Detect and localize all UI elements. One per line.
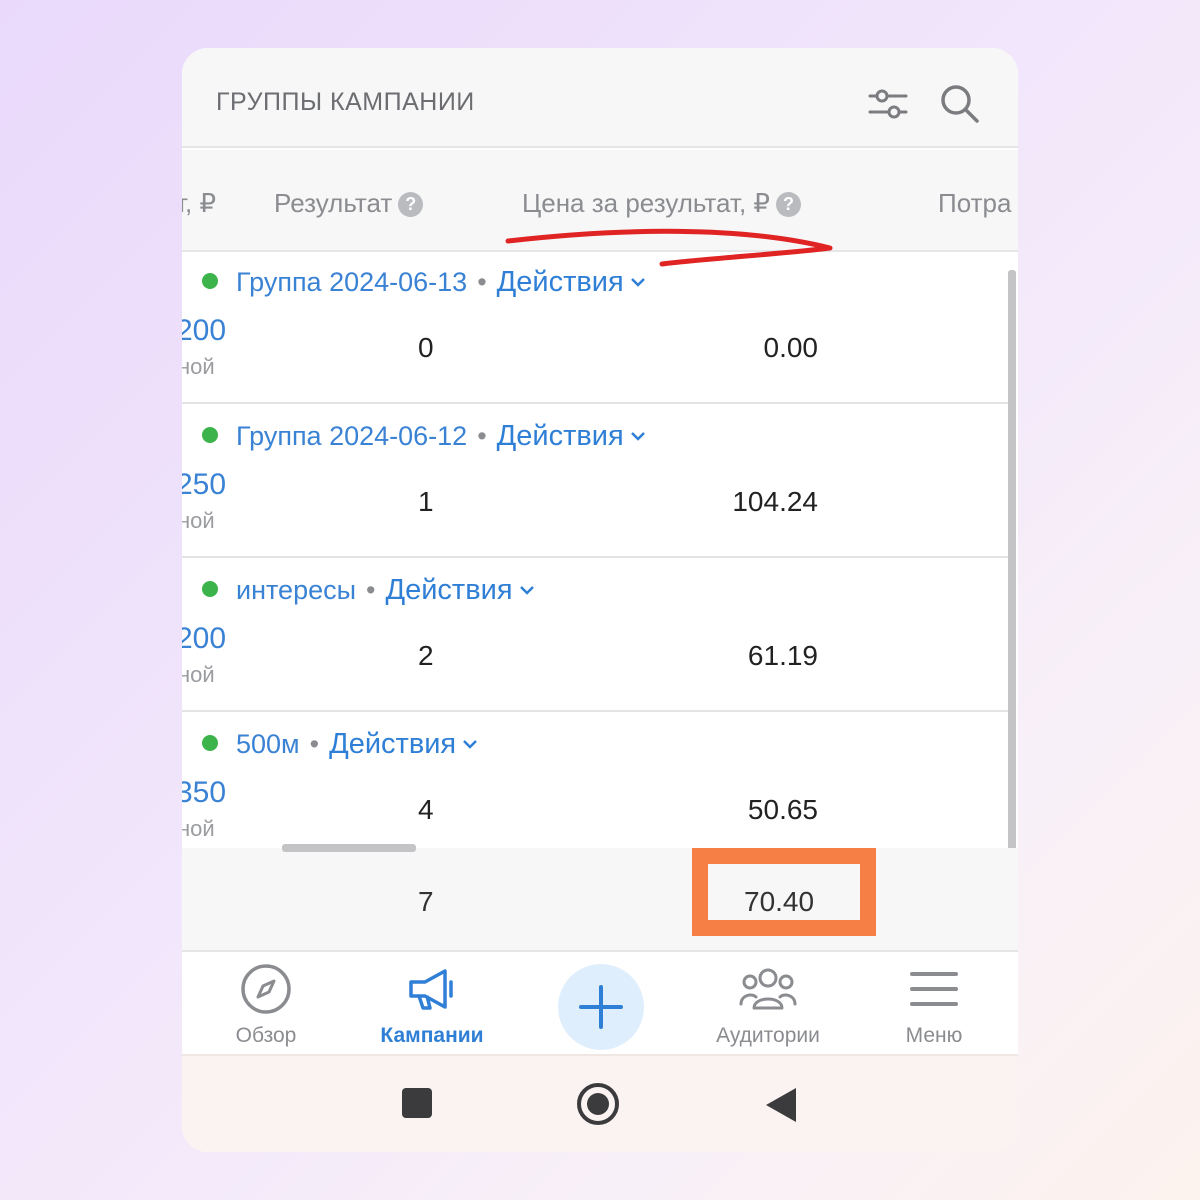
group-name-link[interactable]: интересы: [236, 575, 356, 605]
back-icon[interactable]: [764, 1086, 798, 1124]
group-name-link[interactable]: 500м: [236, 729, 300, 759]
hamburger-icon: [910, 972, 958, 1006]
price-value: 50.65: [747, 794, 818, 825]
vertical-scrollbar[interactable]: [1008, 270, 1016, 850]
top-bar: ГРУППЫ КАМПАНИИ: [182, 48, 1018, 148]
result-value: 0: [418, 332, 434, 363]
nav-audiences[interactable]: Аудитории: [688, 962, 848, 1048]
column-header-spent: Потра: [938, 188, 1012, 218]
actions-dropdown[interactable]: Действия: [385, 574, 534, 606]
price-value: 104.24: [732, 486, 818, 517]
plus-icon: [579, 985, 623, 1029]
totals-row: 7 70.40: [182, 848, 1018, 952]
nav-menu[interactable]: Меню: [854, 962, 1014, 1048]
budget-value[interactable]: 250: [182, 468, 226, 502]
table-row[interactable]: Группа 2024-06-12•Действия 250 ной 1 104…: [182, 406, 1012, 558]
chevron-down-icon: [519, 586, 534, 595]
total-result: 7: [418, 886, 434, 917]
table-row[interactable]: интересы•Действия 200 ной 2 61.19: [182, 560, 1012, 712]
chevron-down-icon: [463, 740, 478, 749]
search-icon[interactable]: [938, 82, 982, 126]
group-title: интересы • Действия: [202, 574, 535, 607]
app-screen: ГРУППЫ КАМПАНИИ т, ₽ Результат? Цена за …: [182, 48, 1018, 1152]
budget-value[interactable]: 200: [182, 314, 226, 348]
home-icon[interactable]: [576, 1082, 620, 1126]
budget-value[interactable]: 200: [182, 622, 226, 656]
price-value: 61.19: [747, 640, 818, 671]
table-header: т, ₽ Результат? Цена за результат, ₽? По…: [182, 150, 1018, 252]
nav-overview[interactable]: Обзор: [186, 962, 346, 1048]
add-button[interactable]: [558, 964, 644, 1050]
budget-type: ной: [182, 662, 215, 687]
table-row[interactable]: Группа 2024-06-13•Действия 200 ной 0 0.0…: [182, 252, 1012, 404]
compass-icon: [241, 964, 291, 1014]
status-dot: [202, 735, 218, 751]
sliders-icon[interactable]: [866, 82, 910, 126]
status-dot: [202, 427, 218, 443]
budget-type: ной: [182, 508, 215, 533]
status-dot: [202, 273, 218, 289]
group-title: Группа 2024-06-13 • Действия: [202, 266, 646, 299]
column-header-result[interactable]: Результат?: [274, 188, 424, 219]
group-title: Группа 2024-06-12 • Действия: [202, 420, 646, 453]
result-value: 1: [418, 486, 434, 517]
actions-dropdown[interactable]: Действия: [497, 420, 646, 452]
highlight-box: [692, 848, 876, 936]
result-value: 4: [418, 794, 434, 825]
nav-campaigns[interactable]: Кампании: [352, 962, 512, 1048]
price-value: 0.00: [763, 332, 819, 363]
chevron-down-icon: [630, 278, 645, 287]
horizontal-scrollbar[interactable]: [282, 844, 416, 852]
users-icon: [739, 968, 797, 1010]
budget-value[interactable]: 350: [182, 776, 226, 810]
bottom-navigation: Обзор Кампании Аудитории Меню: [182, 952, 1018, 1054]
help-icon[interactable]: ?: [398, 192, 424, 217]
group-name-link[interactable]: Группа 2024-06-13: [236, 267, 467, 297]
megaphone-icon: [409, 969, 453, 1010]
group-title: 500м • Действия: [202, 728, 478, 761]
column-header-spend: т, ₽: [182, 188, 217, 218]
actions-dropdown[interactable]: Действия: [329, 728, 478, 760]
group-name-link[interactable]: Группа 2024-06-12: [236, 421, 467, 451]
chevron-down-icon: [630, 432, 645, 441]
column-header-price[interactable]: Цена за результат, ₽?: [522, 188, 801, 219]
budget-type: ной: [182, 354, 215, 379]
result-value: 2: [418, 640, 434, 671]
help-icon[interactable]: ?: [775, 192, 801, 217]
actions-dropdown[interactable]: Действия: [497, 266, 646, 298]
budget-type: ной: [182, 816, 215, 841]
system-navigation-bar: [182, 1054, 1018, 1152]
recent-apps-icon[interactable]: [400, 1086, 434, 1120]
page-title: ГРУППЫ КАМПАНИИ: [216, 88, 475, 116]
status-dot: [202, 581, 218, 597]
